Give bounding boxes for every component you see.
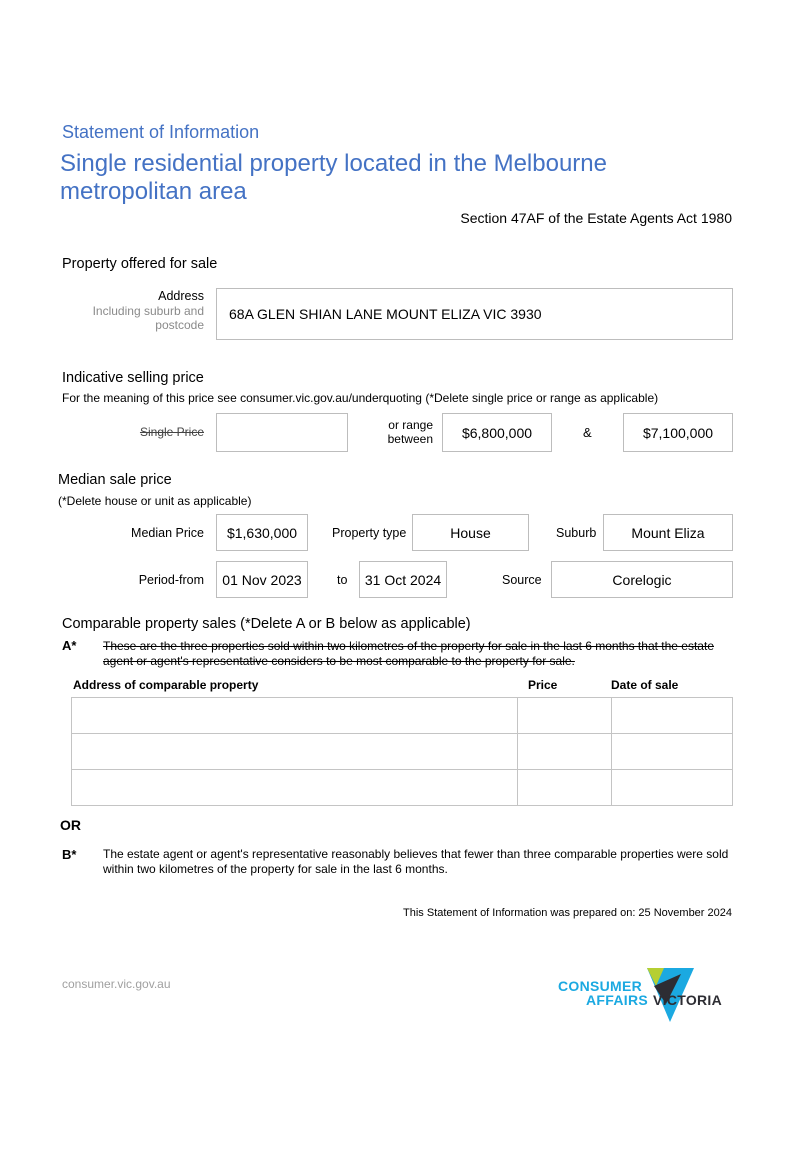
cell-date[interactable] xyxy=(611,769,733,806)
single-price-label: Single Price xyxy=(139,425,204,439)
indicative-heading: Indicative selling price xyxy=(62,370,204,386)
cell-address[interactable] xyxy=(71,769,518,806)
col-header-price: Price xyxy=(528,678,558,692)
address-sublabel-2: postcode xyxy=(155,318,204,332)
option-a-text: These are the three properties sold with… xyxy=(103,639,714,668)
median-note: (*Delete house or unit as applicable) xyxy=(58,494,252,508)
logo-line-victoria: VICTORIA xyxy=(653,992,723,1008)
single-price-field[interactable] xyxy=(216,413,348,452)
period-from-label: Period-from xyxy=(138,573,204,587)
suburb-field[interactable]: Mount Eliza xyxy=(603,514,733,551)
cell-price[interactable] xyxy=(517,733,612,770)
col-header-address: Address of comparable property xyxy=(73,678,259,692)
document-title: Single residential property located in t… xyxy=(60,150,607,205)
range-high-value: $7,100,000 xyxy=(642,424,714,441)
period-to-value: 31 Oct 2024 xyxy=(364,571,442,588)
period-from-value: 01 Nov 2023 xyxy=(222,571,302,588)
range-low-value: $6,800,000 xyxy=(461,424,533,441)
suburb-value: Mount Eliza xyxy=(631,524,705,541)
range-low-field[interactable]: $6,800,000 xyxy=(442,413,552,452)
address-field[interactable]: 68A GLEN SHIAN LANE MOUNT ELIZA VIC 3930 xyxy=(216,288,733,340)
table-row xyxy=(71,769,733,806)
suburb-label: Suburb xyxy=(556,526,597,540)
property-type-label: Property type xyxy=(332,526,407,540)
logo-line-affairs: AFFAIRS xyxy=(586,992,648,1008)
source-value: Corelogic xyxy=(612,571,672,588)
option-a-marker: A* xyxy=(62,638,77,653)
address-value: 68A GLEN SHIAN LANE MOUNT ELIZA VIC 3930 xyxy=(229,306,542,322)
cell-date[interactable] xyxy=(611,733,733,770)
act-reference: Section 47AF of the Estate Agents Act 19… xyxy=(460,210,732,226)
range-separator: & xyxy=(583,425,592,440)
comparable-sales-table xyxy=(71,697,733,806)
document-subtitle: Statement of Information xyxy=(62,122,260,142)
range-high-field[interactable]: $7,100,000 xyxy=(623,413,733,452)
cell-address[interactable] xyxy=(71,733,518,770)
median-price-value: $1,630,000 xyxy=(226,524,298,541)
comparable-heading: Comparable property sales (*Delete A or … xyxy=(62,616,471,632)
period-from-field[interactable]: 01 Nov 2023 xyxy=(216,561,308,598)
address-sublabel-1: Including suburb and xyxy=(92,304,204,318)
footer-url[interactable]: consumer.vic.gov.au xyxy=(62,977,171,991)
cell-price[interactable] xyxy=(517,769,612,806)
address-label: Address xyxy=(158,289,204,303)
median-price-field[interactable]: $1,630,000 xyxy=(216,514,308,551)
consumer-affairs-victoria-logo: CONSUMER AFFAIRS VICTORIA xyxy=(556,968,736,1028)
property-type-value: House xyxy=(450,524,491,541)
source-label: Source xyxy=(502,573,542,587)
period-to-label: to xyxy=(337,573,348,587)
option-b-marker: B* xyxy=(62,847,77,862)
cell-address[interactable] xyxy=(71,697,518,734)
option-b-text: The estate agent or agent's representati… xyxy=(103,847,729,876)
cell-date[interactable] xyxy=(611,697,733,734)
source-field[interactable]: Corelogic xyxy=(551,561,733,598)
table-row xyxy=(71,697,733,734)
col-header-date: Date of sale xyxy=(611,678,679,692)
prepared-date: This Statement of Information was prepar… xyxy=(403,907,732,919)
range-label-line-1: or range xyxy=(388,418,433,432)
median-heading: Median sale price xyxy=(58,472,172,488)
range-label-line-2: between xyxy=(387,432,433,446)
property-type-field[interactable]: House xyxy=(412,514,529,551)
range-label: or range between xyxy=(388,418,433,446)
cell-price[interactable] xyxy=(517,697,612,734)
median-price-label: Median Price xyxy=(131,526,204,540)
table-row xyxy=(71,733,733,770)
property-heading: Property offered for sale xyxy=(62,256,218,272)
period-to-field[interactable]: 31 Oct 2024 xyxy=(359,561,447,598)
indicative-note: For the meaning of this price see consum… xyxy=(62,391,659,405)
or-label: OR xyxy=(60,817,81,833)
